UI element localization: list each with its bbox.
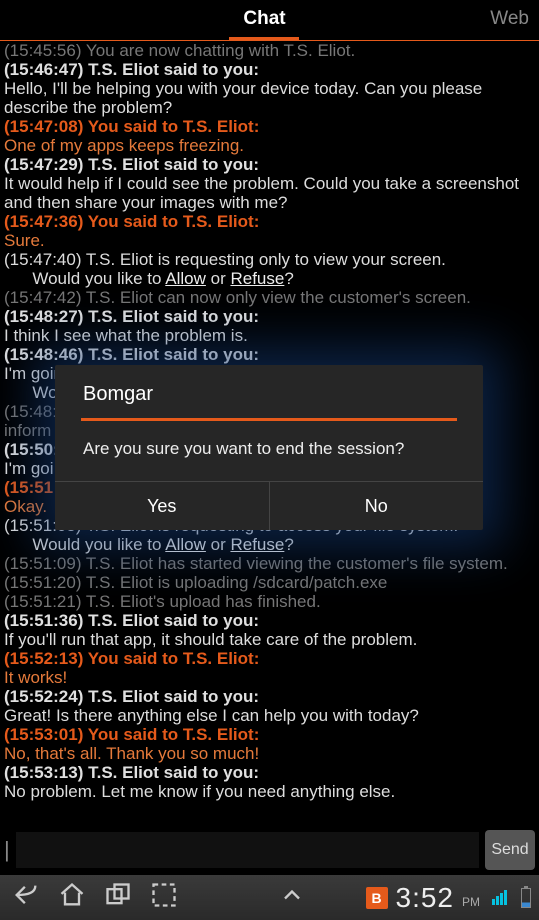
battery-icon — [521, 888, 531, 908]
dialog-no-button[interactable]: No — [270, 482, 484, 530]
chevron-up-icon[interactable] — [278, 881, 306, 914]
input-row: | Send — [0, 825, 539, 875]
home-icon[interactable] — [58, 881, 86, 914]
chat-line: (15:53:13) T.S. Eliot said to you: — [4, 763, 535, 782]
screenshot-icon[interactable] — [150, 881, 178, 914]
signal-icon — [492, 890, 507, 905]
chat-line: Sure. — [4, 231, 535, 250]
chat-line: No, that's all. Thank you so much! — [4, 744, 535, 763]
chat-line: Great! Is there anything else I can help… — [4, 706, 535, 725]
recent-apps-icon[interactable] — [104, 881, 132, 914]
chat-line: One of my apps keeps freezing. — [4, 136, 535, 155]
chat-line: (15:51:21) T.S. Eliot's upload has finis… — [4, 592, 535, 611]
clock-ampm: PM — [462, 895, 480, 909]
clock-time: 3:52 — [396, 882, 455, 914]
chat-line: (15:51:36) T.S. Eliot said to you: — [4, 611, 535, 630]
chat-line: (15:53:01) You said to T.S. Eliot: — [4, 725, 535, 744]
chat-line: (15:46:47) T.S. Eliot said to you: — [4, 60, 535, 79]
chat-line: (15:51:20) T.S. Eliot is uploading /sdca… — [4, 573, 535, 592]
chat-line: (15:47:36) You said to T.S. Eliot: — [4, 212, 535, 231]
chat-line: Would you like to Allow or Refuse? — [4, 535, 535, 554]
chat-line: (15:45:56) You are now chatting with T.S… — [4, 41, 535, 60]
chat-line: If you'll run that app, it should take c… — [4, 630, 535, 649]
bomgar-badge[interactable]: B — [366, 887, 388, 909]
end-session-dialog: Bomgar Are you sure you want to end the … — [55, 365, 483, 530]
tab-blank-left — [0, 0, 176, 40]
pipe-cursor: | — [4, 837, 10, 863]
message-input[interactable] — [16, 832, 479, 868]
chat-line: I think I see what the problem is. — [4, 326, 535, 345]
chat-line: (15:47:42) T.S. Eliot can now only view … — [4, 288, 535, 307]
system-nav-bar: B 3:52 PM — [0, 875, 539, 920]
tab-web[interactable]: Web — [353, 0, 539, 40]
back-icon[interactable] — [12, 881, 40, 914]
tab-bar: Chat Web — [0, 0, 539, 40]
chat-line: Would you like to Allow or Refuse? — [4, 269, 535, 288]
chat-line: Hello, I'll be helping you with your dev… — [4, 79, 535, 117]
dialog-title: Bomgar — [55, 383, 483, 418]
dialog-message: Are you sure you want to end the session… — [55, 421, 483, 481]
chat-line: (15:47:40) T.S. Eliot is requesting only… — [4, 250, 535, 269]
chat-line: It would help if I could see the problem… — [4, 174, 535, 212]
chat-line: (15:47:08) You said to T.S. Eliot: — [4, 117, 535, 136]
chat-line: No problem. Let me know if you need anyt… — [4, 782, 535, 801]
chat-line: (15:52:24) T.S. Eliot said to you: — [4, 687, 535, 706]
chat-line: (15:48:46) T.S. Eliot said to you: — [4, 345, 535, 364]
chat-line: (15:48:27) T.S. Eliot said to you: — [4, 307, 535, 326]
chat-line: (15:52:13) You said to T.S. Eliot: — [4, 649, 535, 668]
chat-line: (15:51:09) T.S. Eliot has started viewin… — [4, 554, 535, 573]
chat-line: It works! — [4, 668, 535, 687]
tab-chat[interactable]: Chat — [176, 0, 352, 40]
send-button[interactable]: Send — [485, 830, 535, 870]
dialog-yes-button[interactable]: Yes — [55, 482, 270, 530]
chat-line: (15:47:29) T.S. Eliot said to you: — [4, 155, 535, 174]
